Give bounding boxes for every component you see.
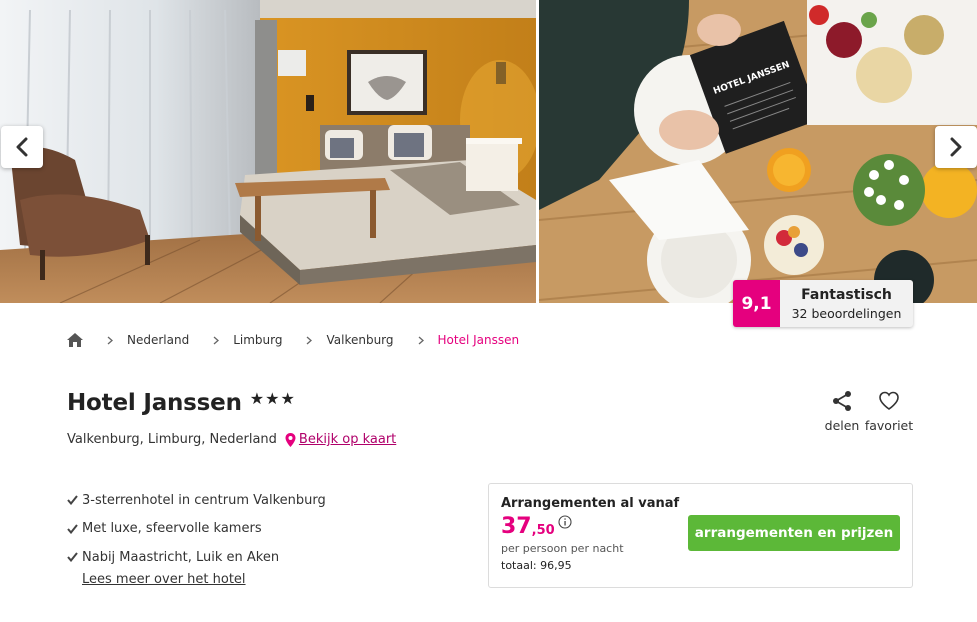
breadcrumb-item-limburg[interactable]: Limburg [233,333,282,347]
packages-prices-button[interactable]: arrangementen en prijzen [688,515,900,551]
location-text: Valkenburg, Limburg, Nederland [67,432,277,447]
share-icon [833,391,851,411]
list-item: Nabij Maastricht, Luik en Aken [67,543,326,572]
price-box: Arrangementen al vanaf 37 ,50 per persoo… [488,483,913,588]
chevron-right-icon [307,336,313,344]
read-more-link[interactable]: Lees meer over het hotel [82,572,246,587]
hotel-location: Valkenburg, Limburg, Nederland Bekijk op… [67,432,396,447]
rating-label: Fantastisch [801,286,892,303]
breakfast-table-photo[interactable]: HOTEL JANSSEN [539,0,977,303]
gallery-prev-button[interactable] [1,126,43,168]
hotel-title: Hotel Janssen ★★★ [67,389,296,416]
checkmark-icon [67,552,78,563]
breadcrumb-item-nederland[interactable]: Nederland [127,333,189,347]
rating-badge[interactable]: 9,1 Fantastisch 32 beoordelingen [733,280,913,327]
chevron-right-icon [418,336,424,344]
hotel-actions: delen favoriet [820,390,914,433]
breadcrumb-current: Hotel Janssen [437,333,520,347]
home-icon [67,333,83,347]
hotel-room-photo[interactable] [0,0,536,303]
chevron-right-icon [107,336,113,344]
breadcrumb-item-valkenburg[interactable]: Valkenburg [326,333,393,347]
list-item: 3-sterrenhotel in centrum Valkenburg [67,486,326,515]
chevron-left-icon [16,137,28,157]
page-title: Hotel Janssen [67,390,242,416]
map-link-label: Bekijk op kaart [298,432,397,447]
chevron-right-icon [213,336,220,344]
chevron-right-icon [950,137,962,157]
photo-gallery: HOTEL JANSSEN [0,0,977,303]
breadcrumb: Nederland Limburg Valkenburg Hotel Janss… [67,333,519,347]
map-link[interactable]: Bekijk op kaart [285,432,396,447]
price-main: 37 [501,514,532,539]
favorite-label: favoriet [864,418,914,433]
price-decimal: ,50 [531,523,555,538]
checkmark-icon [67,495,78,506]
map-pin-icon [285,432,296,447]
share-button[interactable]: delen [820,390,864,433]
list-item: Met luxe, sfeervolle kamers [67,515,326,544]
rating-text: Fantastisch 32 beoordelingen [780,280,913,327]
price-heading: Arrangementen al vanaf [501,496,680,511]
rating-count: 32 beoordelingen [791,305,902,321]
price-per-person: per persoon per nacht [501,542,624,555]
gallery-next-button[interactable] [935,126,977,168]
favorite-button[interactable]: favoriet [864,390,914,433]
star-rating: ★★★ [249,389,296,408]
info-icon[interactable] [558,515,572,529]
usp-text: Nabij Maastricht, Luik en Aken [82,549,280,565]
price-value: 37 ,50 [501,514,572,540]
usp-text: Met luxe, sfeervolle kamers [82,521,262,537]
price-total: totaal: 96,95 [501,559,572,572]
breadcrumb-home[interactable] [67,333,83,347]
usp-text: 3-sterrenhotel in centrum Valkenburg [82,492,326,508]
rating-score: 9,1 [733,280,780,327]
checkmark-icon [67,524,78,534]
usp-list: 3-sterrenhotel in centrum Valkenburg Met… [67,486,326,572]
heart-icon [879,391,899,410]
share-label: delen [824,418,860,433]
